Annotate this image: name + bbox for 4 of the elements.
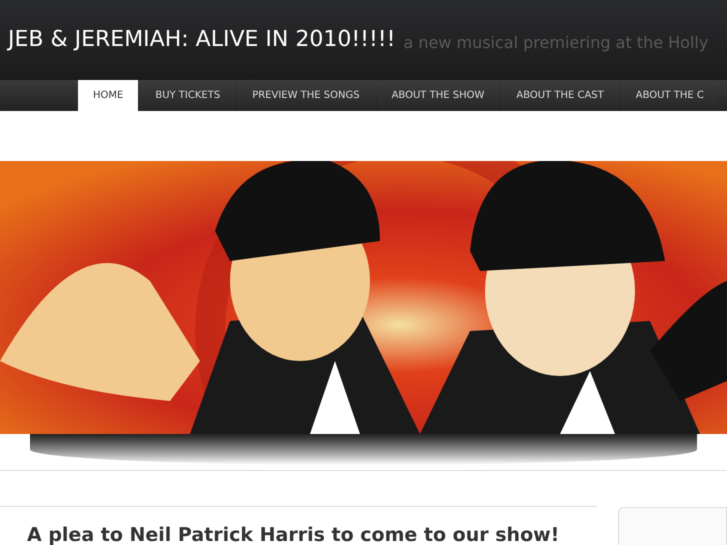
site-title[interactable]: JEB & JEREMIAH: ALIVE IN 2010!!!!! <box>8 29 396 51</box>
post-title[interactable]: A plea to Neil Patrick Harris to come to our show! <box>27 521 597 545</box>
nav-tab[interactable]: HOME <box>78 80 138 111</box>
site-tagline: a new musical premiering at the Holly <box>403 35 708 51</box>
